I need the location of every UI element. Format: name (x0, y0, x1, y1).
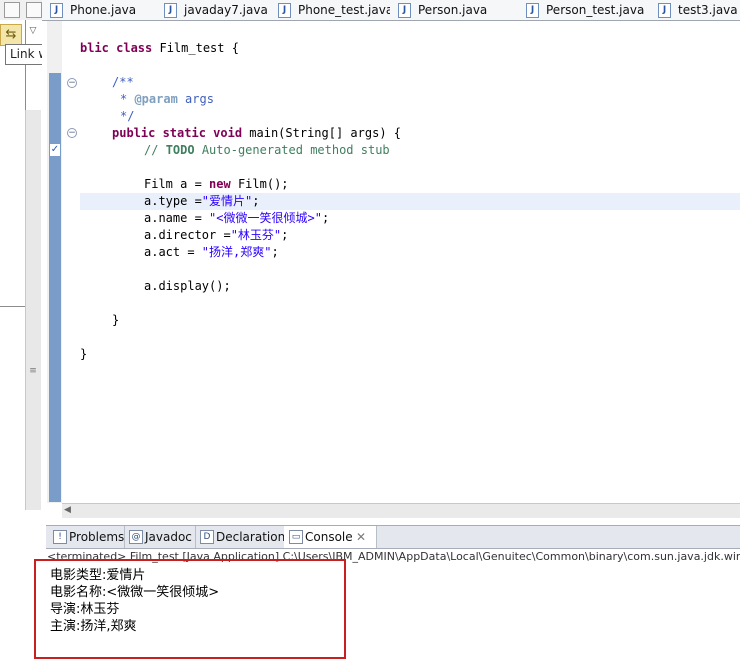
code-line: a.director ="林玉芬"; (144, 228, 289, 242)
link-with-editor-icon[interactable]: ⇆ (0, 24, 22, 46)
tab-javaday7-java[interactable]: J javaday7.java (156, 0, 271, 20)
code-line: a.name = "<微微一笑很倾城>"; (144, 211, 330, 225)
javadoc-icon: @ (129, 530, 143, 544)
code-line: blic class Film_test { (80, 41, 239, 55)
scroll-grip-icon[interactable]: ≡ (28, 364, 38, 378)
collapse-all-icon[interactable] (4, 2, 20, 18)
console-icon: ▭ (289, 530, 303, 544)
code-line: * @param args (120, 92, 214, 106)
tab-label: Console (305, 530, 353, 544)
java-file-icon: J (526, 3, 539, 18)
tab-problems[interactable]: ! Problems (48, 526, 125, 548)
vertical-scrollbar[interactable]: ≡ (25, 110, 41, 510)
tab-label: test3.java (678, 3, 738, 17)
code-line: } (80, 347, 88, 361)
code-line: a.type ="爱情片"; (144, 194, 260, 208)
java-file-icon: J (398, 3, 411, 18)
code-line: Film a = new Film(); (144, 177, 289, 191)
view-menu-icon[interactable] (26, 2, 42, 18)
tab-label: Person.java (418, 3, 488, 17)
close-icon[interactable]: ✕ (356, 526, 366, 548)
tab-label: Problems (69, 530, 125, 544)
change-marker-bar (49, 73, 61, 502)
tab-person-test-java[interactable]: J Person_test.java (518, 0, 651, 20)
chevron-down-icon[interactable]: ▽ (27, 24, 39, 38)
view-tab-bar: ! Problems @ Javadoc D Declaration ▭ Con… (46, 525, 740, 549)
fold-toggle-icon[interactable]: − (67, 78, 77, 88)
code-line: /** (112, 75, 134, 89)
tab-declaration[interactable]: D Declaration (195, 526, 285, 548)
tab-label: Phone_test.java (298, 3, 391, 17)
tab-person-java[interactable]: J Person.java (390, 0, 519, 20)
scroll-left-icon[interactable]: ◀ (64, 505, 71, 515)
view-toolbar (0, 0, 42, 20)
code-line: */ (120, 109, 135, 123)
code-line: // TODO Auto-generated method stub (144, 143, 390, 157)
problems-icon: ! (53, 530, 67, 544)
tab-label: Javadoc (145, 530, 192, 544)
tab-phone-test-java[interactable]: J Phone_test.java (270, 0, 391, 20)
java-file-icon: J (658, 3, 671, 18)
code-line: public static void main(String[] args) { (112, 126, 401, 140)
code-line: } (112, 313, 120, 327)
tab-test3-java[interactable]: J test3.java (650, 0, 740, 20)
tab-label: Person_test.java (546, 3, 645, 17)
code-line: a.act = "扬洋,郑爽"; (144, 245, 279, 259)
java-file-icon: J (50, 3, 63, 18)
fold-toggle-icon[interactable]: − (67, 128, 77, 138)
tab-label: Declaration (216, 530, 286, 544)
tab-label: Phone.java (70, 3, 137, 17)
tab-javadoc[interactable]: @ Javadoc (124, 526, 196, 548)
code-line: a.display(); (144, 279, 231, 293)
annotation-highlight-box (34, 559, 346, 659)
java-file-icon: J (278, 3, 291, 18)
editor-tab-bar: J Phone.java J javaday7.java J Phone_tes… (42, 0, 740, 21)
tab-phone-java[interactable]: J Phone.java (42, 0, 157, 20)
horizontal-scrollbar[interactable]: ◀ (62, 503, 740, 518)
declaration-icon: D (200, 530, 214, 544)
java-file-icon: J (164, 3, 177, 18)
tab-label: javaday7.java (184, 3, 268, 17)
task-marker-icon[interactable]: ✓ (49, 143, 61, 157)
tab-console[interactable]: ▭ Console ✕ (284, 526, 377, 548)
